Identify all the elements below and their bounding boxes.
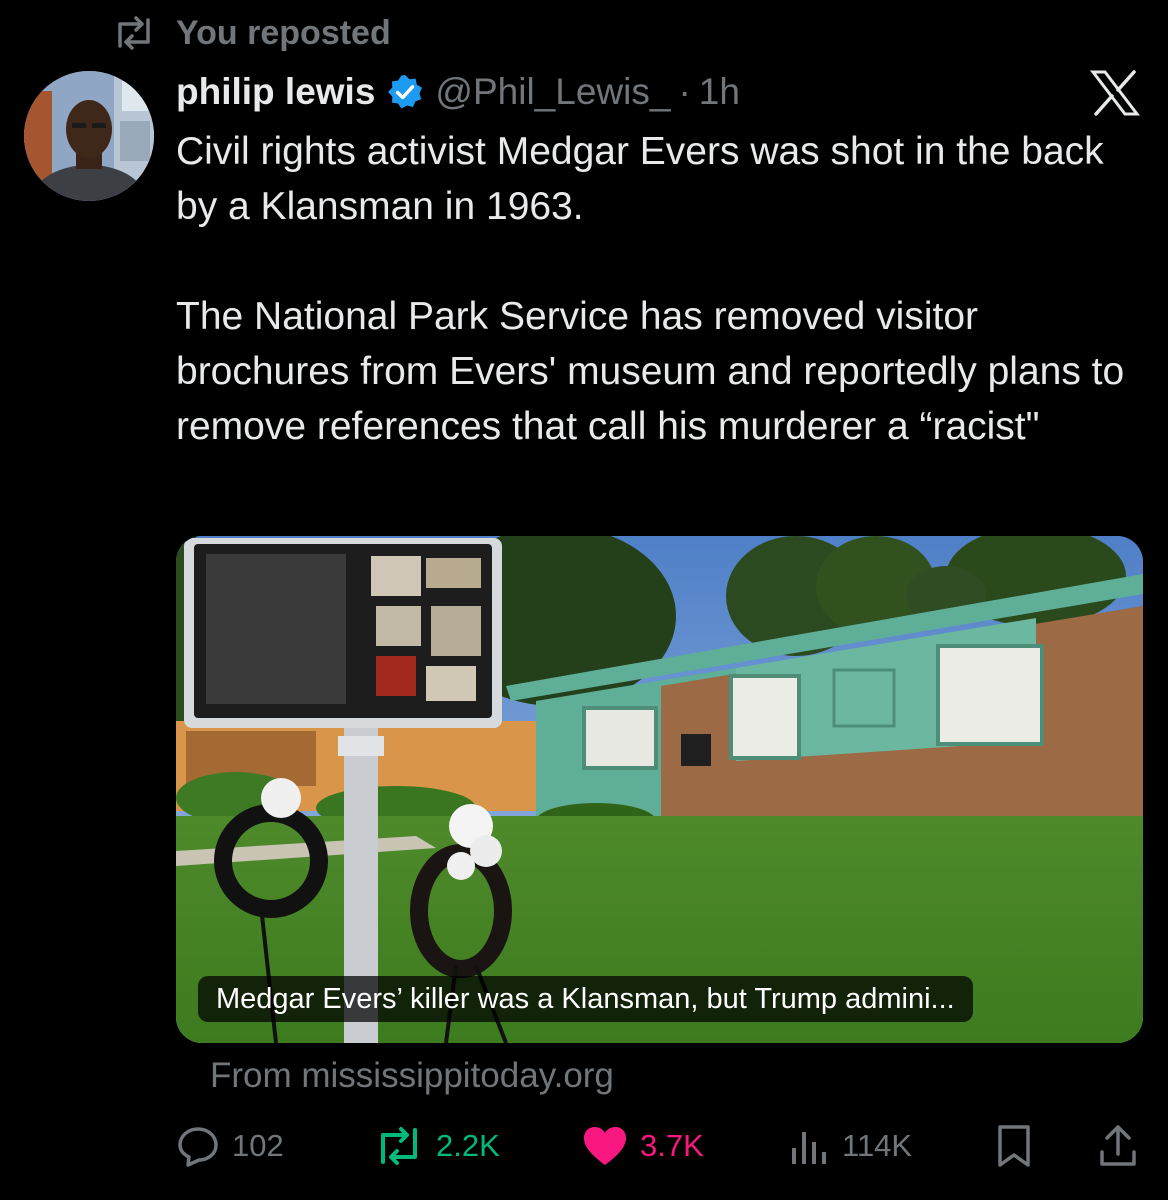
repost-indicator: You reposted: [112, 10, 391, 56]
share-icon: [1098, 1124, 1138, 1168]
action-bar: 102 2.2K 3.7K 114K: [176, 1118, 1136, 1174]
share-button[interactable]: [1098, 1118, 1150, 1174]
separator-dot: ·: [678, 71, 691, 112]
bookmark-button[interactable]: [994, 1118, 1046, 1174]
like-button[interactable]: 3.7K: [582, 1118, 704, 1174]
retweet-button[interactable]: 2.2K: [374, 1118, 500, 1174]
reply-button[interactable]: 102: [176, 1118, 284, 1174]
heart-icon: [582, 1125, 628, 1167]
avatar[interactable]: [24, 71, 154, 201]
card-image: [176, 536, 1143, 1043]
link-card[interactable]: Medgar Evers’ killer was a Klansman, but…: [176, 536, 1143, 1043]
post-time[interactable]: 1h: [699, 71, 740, 113]
author-display-name[interactable]: philip lewis: [176, 71, 375, 113]
views-count: 114K: [842, 1128, 913, 1163]
author-handle[interactable]: @Phil_Lewis_: [435, 71, 670, 113]
repost-icon: [112, 15, 156, 51]
views-button[interactable]: 114K: [790, 1118, 912, 1174]
bookmark-icon: [994, 1124, 1034, 1168]
x-logo-icon: [1089, 70, 1141, 116]
views-icon: [790, 1126, 830, 1166]
retweet-count: 2.2K: [436, 1128, 500, 1163]
tweet-paragraph: The National Park Service has removed vi…: [176, 295, 1125, 448]
verified-badge-icon[interactable]: [387, 74, 423, 110]
repost-label: You reposted: [176, 13, 391, 52]
card-source[interactable]: From mississippitoday.org: [210, 1056, 614, 1096]
reply-icon: [176, 1124, 220, 1168]
like-count: 3.7K: [640, 1128, 704, 1163]
retweet-icon: [374, 1126, 424, 1166]
tweet-text: Civil rights activist Medgar Evers was s…: [176, 124, 1146, 454]
card-caption: Medgar Evers’ killer was a Klansman, but…: [198, 976, 973, 1022]
tweet-header: philip lewis @Phil_Lewis_ · 1h: [176, 66, 740, 118]
tweet-paragraph: Civil rights activist Medgar Evers was s…: [176, 130, 1104, 228]
reply-count: 102: [232, 1128, 284, 1163]
